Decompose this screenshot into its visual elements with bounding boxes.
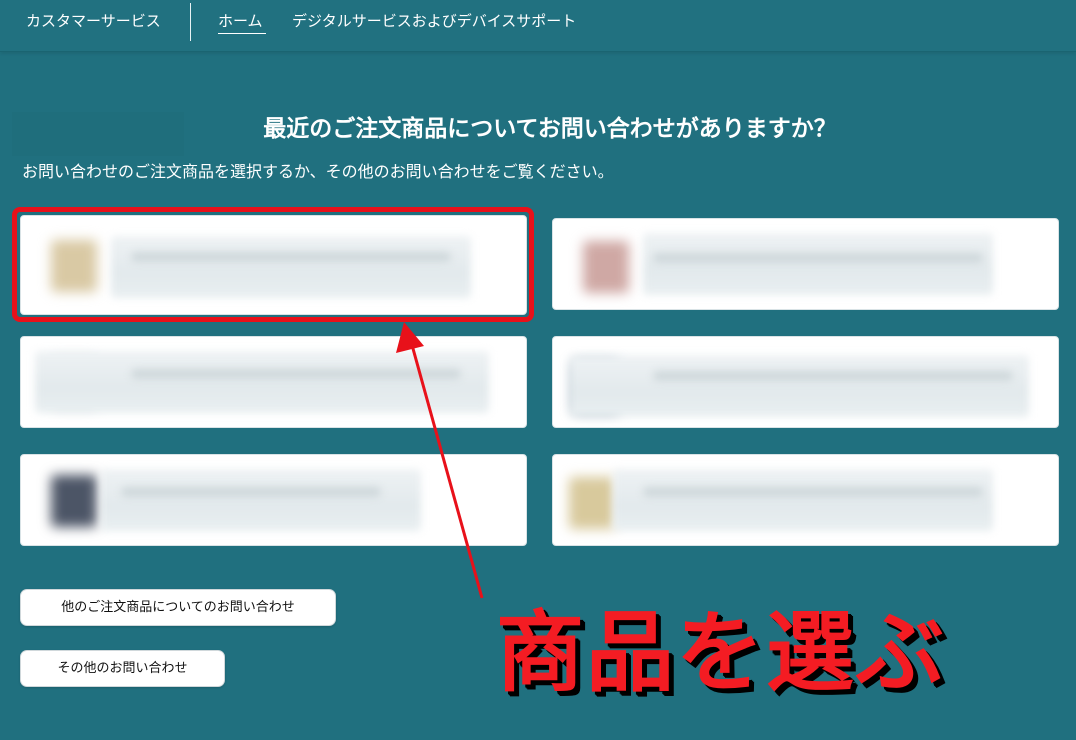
product-details-blurred [111, 236, 471, 298]
product-thumbnail [583, 241, 629, 293]
product-name-blurred [643, 487, 983, 497]
product-name-blurred [131, 369, 461, 379]
product-name-blurred [121, 487, 381, 497]
order-item-card-1[interactable] [20, 215, 527, 315]
order-item-card-6[interactable] [552, 454, 1059, 546]
nav-divider [190, 3, 191, 41]
order-item-card-4[interactable] [552, 336, 1059, 428]
product-details-blurred [613, 469, 993, 531]
order-item-card-5[interactable] [20, 454, 527, 546]
nav-home-active-indicator [218, 33, 266, 34]
product-thumbnail [51, 240, 97, 292]
top-navigation: カスタマーサービス ホーム デジタルサービスおよびデバイスサポート [0, 0, 1076, 52]
product-name-blurred [653, 253, 983, 263]
order-item-card-3[interactable] [20, 336, 527, 428]
product-name-blurred [131, 252, 451, 262]
nav-home-link[interactable]: ホーム [218, 11, 263, 31]
product-thumbnail [51, 475, 97, 527]
product-details-blurred [101, 469, 421, 531]
page-title: 最近のご注文商品についてお問い合わせがありますか？ [263, 116, 837, 142]
product-details-blurred [35, 351, 489, 413]
product-name-blurred [653, 371, 1013, 381]
order-item-card-2[interactable] [552, 218, 1059, 310]
page-subtitle: お問い合わせのご注文商品を選択するか、その他のお問い合わせをご覧ください。 [22, 162, 614, 181]
product-thumbnail [569, 477, 615, 529]
other-inquiries-button[interactable]: その他のお問い合わせ [20, 650, 225, 687]
nav-digital-support-link[interactable]: デジタルサービスおよびデバイスサポート [292, 11, 576, 31]
other-orders-inquiry-button[interactable]: 他のご注文商品についてのお問い合わせ [20, 589, 336, 626]
product-details-blurred [569, 355, 1029, 417]
nav-brand-link[interactable]: カスタマーサービス [26, 11, 161, 31]
customer-service-page: カスタマーサービス ホーム デジタルサービスおよびデバイスサポート 最近のご注文… [0, 0, 1076, 740]
annotation-label: 商品を選ぶ [496, 601, 947, 704]
product-details-blurred [643, 233, 993, 295]
